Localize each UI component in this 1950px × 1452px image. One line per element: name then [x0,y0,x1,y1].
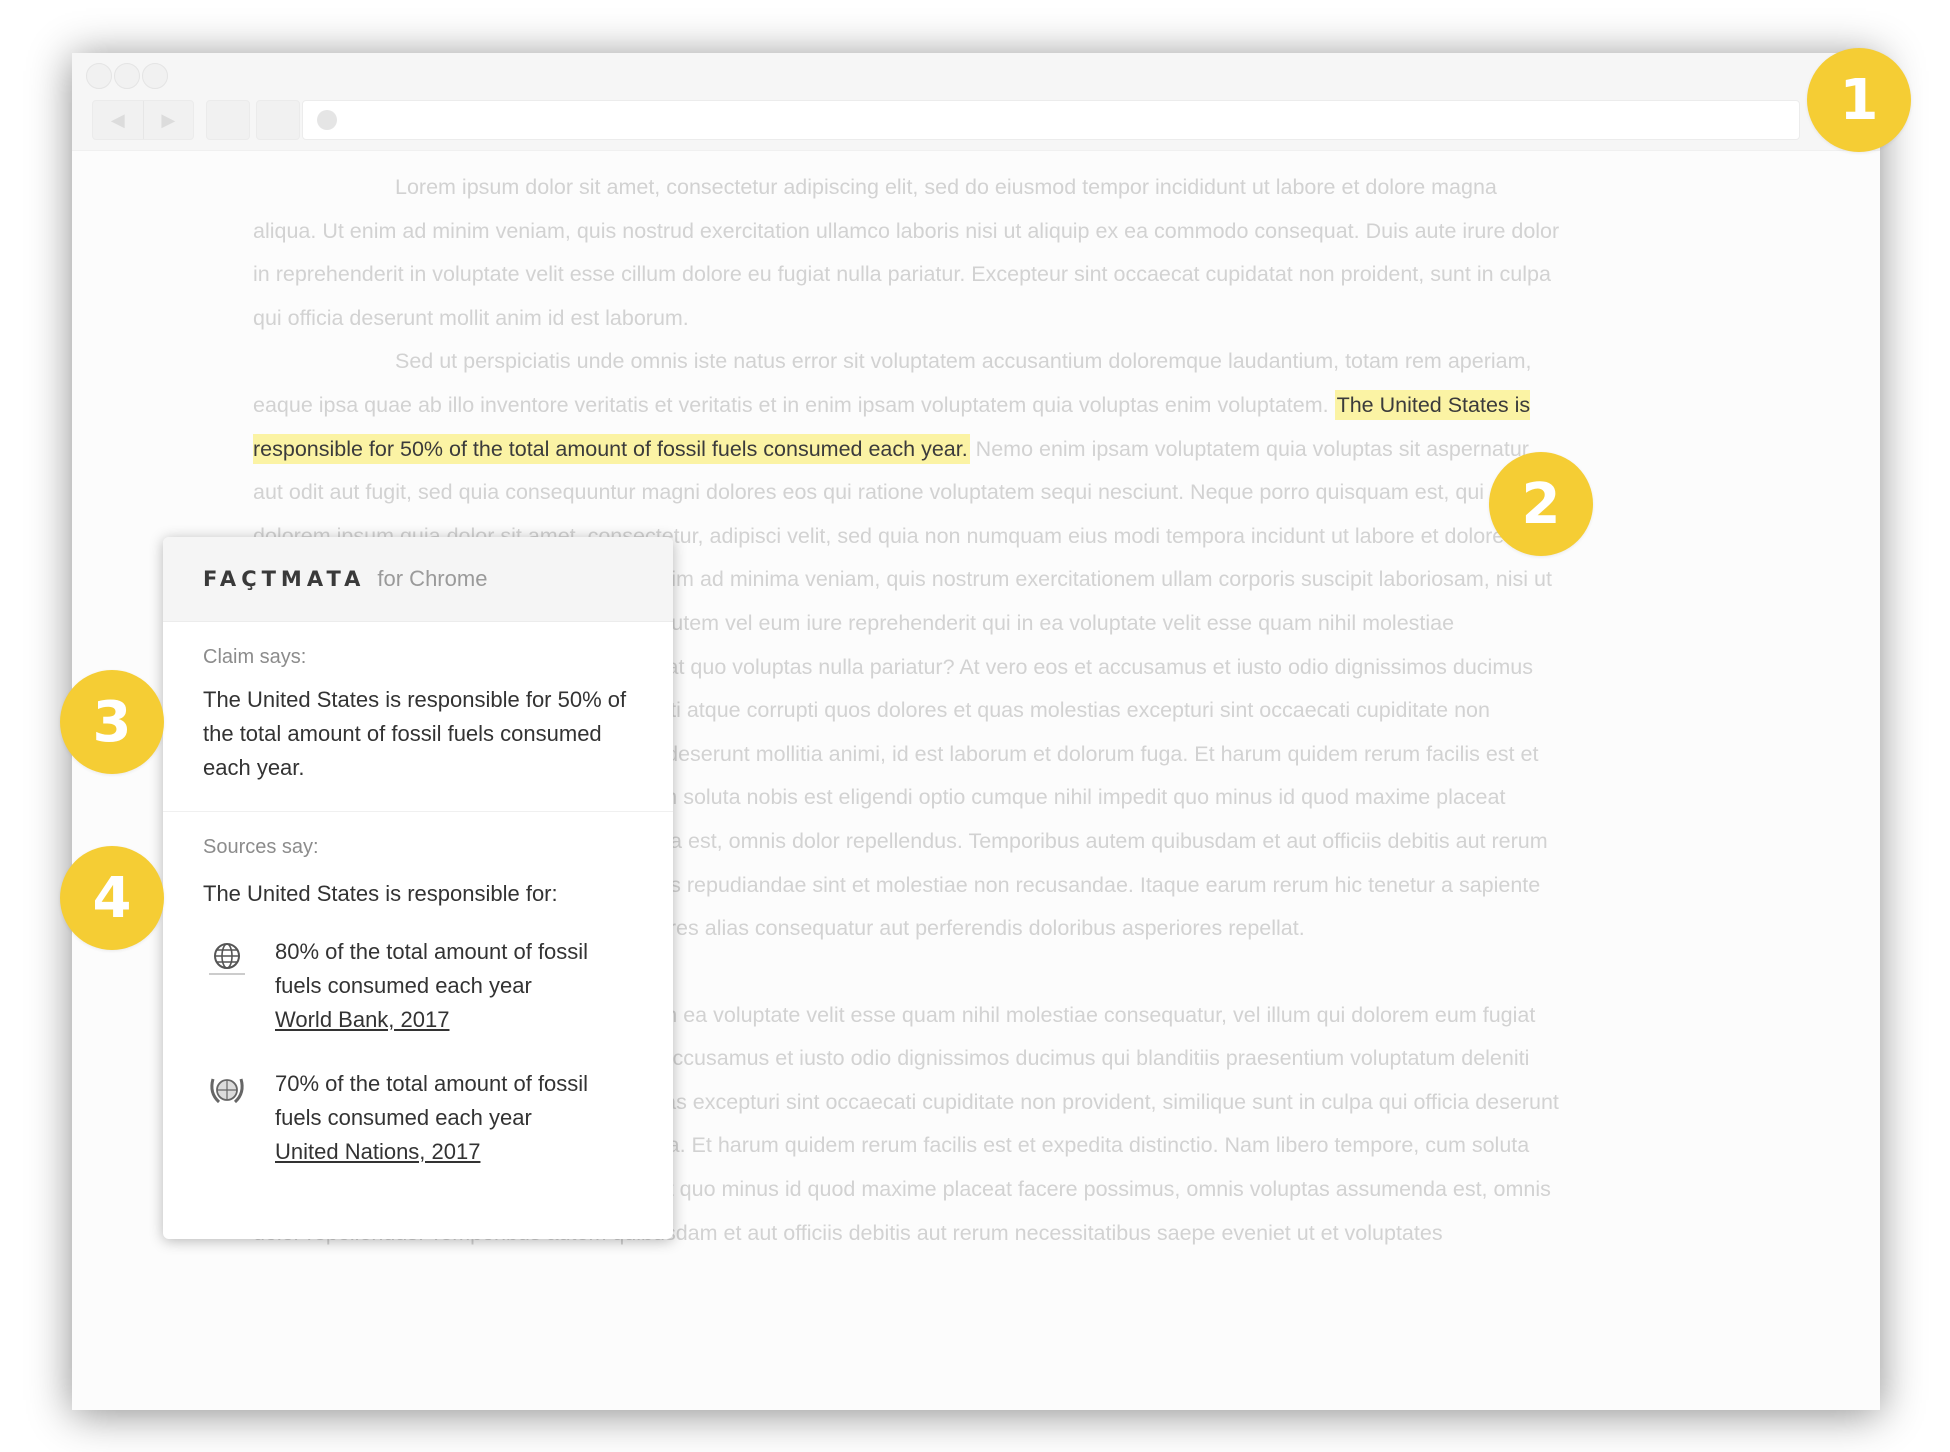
claim-text: The United States is responsible for 50%… [203,687,627,780]
source-claim-text: 80% of the total amount of fossil fuels … [275,939,589,998]
step-badge-2: 2 [1489,452,1593,556]
article-paragraph: Lorem ipsum dolor sit amet, consectetur … [253,175,1560,330]
sidebar-button[interactable] [206,100,250,140]
un-emblem-icon [203,1071,251,1111]
browser-toolbar: ◀ ▶ [72,53,1880,151]
minimize-window-dot[interactable] [114,63,140,89]
factmata-logo: FAÇTMATA [203,567,366,591]
sources-label: Sources say: [203,836,319,858]
back-forward-buttons: ◀ ▶ [92,100,194,140]
sources-section: Sources say: The United States is respon… [163,812,673,1169]
sources-intro: The United States is responsible for: [203,881,558,906]
source-item: 70% of the total amount of fossil fuels … [203,1067,633,1169]
share-button[interactable] [256,100,300,140]
popup-header: FAÇTMATA for Chrome [163,537,673,622]
claim-section: Claim says: The United States is respons… [163,622,673,811]
forward-arrow-icon[interactable]: ▶ [142,101,194,139]
maximize-window-dot[interactable] [142,63,168,89]
site-globe-icon [317,110,337,130]
brand-suffix: for Chrome [377,566,488,591]
factmata-popup: FAÇTMATA for Chrome Claim says: The Unit… [163,537,673,1239]
claim-label: Claim says: [203,646,307,668]
back-arrow-icon[interactable]: ◀ [93,101,143,139]
source-link-united-nations[interactable]: United Nations, 2017 [275,1139,480,1164]
source-item: 80% of the total amount of fossil fuels … [203,935,633,1037]
step-badge-3: 3 [60,670,164,774]
step-badge-1: 1 [1807,48,1911,152]
source-link-world-bank[interactable]: World Bank, 2017 [275,1007,449,1032]
globe-icon [203,939,251,979]
address-bar[interactable] [302,100,1800,140]
step-badge-4: 4 [60,846,164,950]
close-window-dot[interactable] [86,63,112,89]
source-claim-text: 70% of the total amount of fossil fuels … [275,1071,589,1130]
